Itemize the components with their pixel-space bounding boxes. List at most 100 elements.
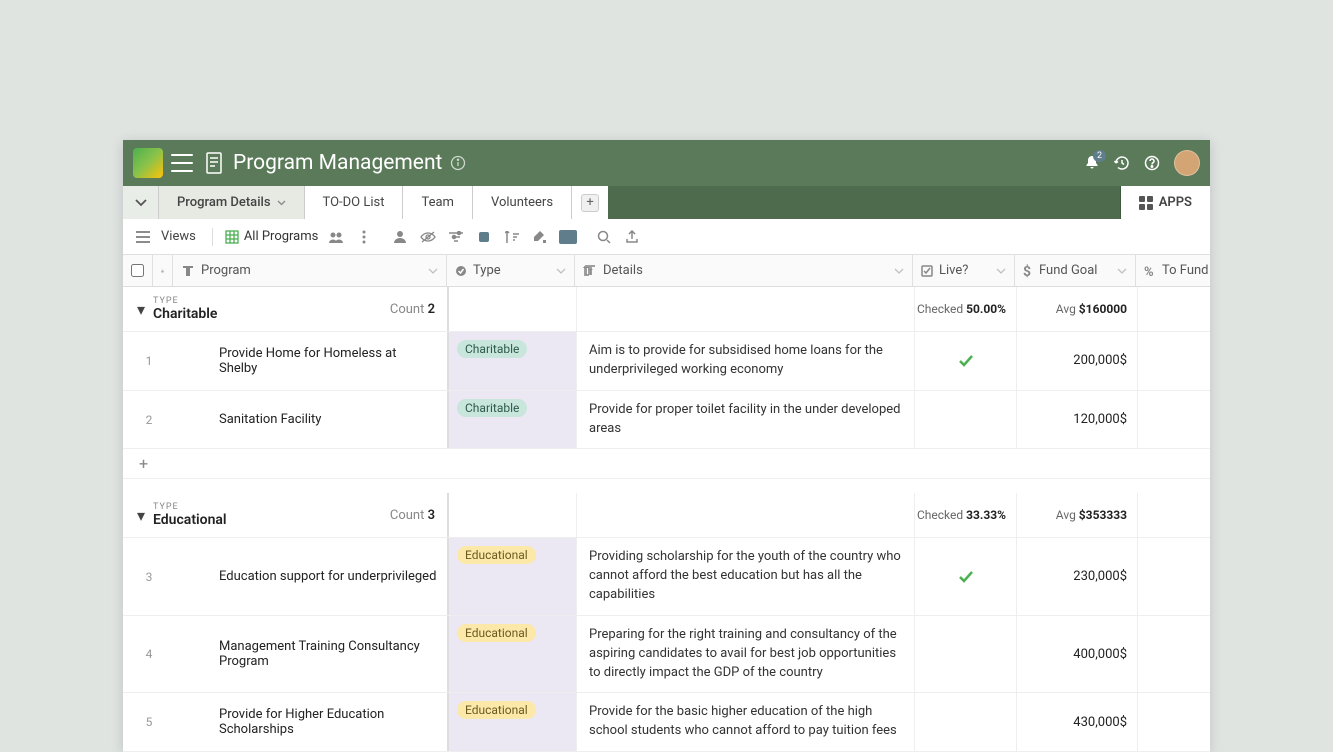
- cell-live[interactable]: [915, 693, 1017, 751]
- cell-to-fund[interactable]: [1138, 616, 1220, 693]
- tab-program-details[interactable]: Program Details: [159, 186, 305, 219]
- cell-live[interactable]: [915, 332, 1017, 390]
- notification-button[interactable]: 2: [1084, 155, 1100, 171]
- group-type-label: TYPE: [153, 502, 227, 512]
- type-badge: Educational: [457, 701, 536, 719]
- cell-live[interactable]: [915, 616, 1017, 693]
- group-count: Count 2: [390, 302, 435, 317]
- views-label[interactable]: Views: [161, 229, 196, 244]
- info-icon[interactable]: [450, 155, 466, 171]
- add-tab-button[interactable]: +: [581, 194, 599, 212]
- column-details[interactable]: TT Details: [575, 255, 913, 286]
- column-type[interactable]: Type: [447, 255, 575, 286]
- cell-fund-goal[interactable]: 230,000$: [1017, 538, 1138, 615]
- longtext-icon: TT: [583, 265, 597, 277]
- group-type-value: Charitable: [153, 306, 217, 322]
- collaborators-icon[interactable]: [390, 227, 410, 247]
- cell-program[interactable]: Education support for underprivileged: [195, 538, 449, 615]
- more-icon[interactable]: [354, 227, 374, 247]
- chevron-down-icon[interactable]: [428, 268, 438, 274]
- column-program[interactable]: Program: [173, 255, 447, 286]
- hide-fields-icon[interactable]: [418, 227, 438, 247]
- cell-fund-goal[interactable]: 200,000$: [1017, 332, 1138, 390]
- cell-live[interactable]: [915, 538, 1017, 615]
- filter-icon[interactable]: [446, 227, 466, 247]
- help-icon[interactable]: [1144, 155, 1160, 171]
- color-icon[interactable]: [530, 227, 550, 247]
- currency-icon: $: [1023, 264, 1033, 278]
- divider: [212, 228, 213, 246]
- sheet-tabs: Program Details TO-DO List Team Voluntee…: [123, 186, 1210, 219]
- cell-program[interactable]: Management Training Consultancy Program: [195, 616, 449, 693]
- current-view[interactable]: All Programs: [225, 229, 319, 244]
- cell-type[interactable]: Educational: [449, 538, 577, 615]
- cell-fund-goal[interactable]: 120,000$: [1017, 391, 1138, 449]
- table-row[interactable]: 5 Provide for Higher Education Scholarsh…: [123, 693, 1210, 752]
- row-number: 4: [123, 616, 175, 693]
- user-avatar[interactable]: [1174, 150, 1200, 176]
- add-row-button[interactable]: +: [123, 449, 1210, 479]
- column-live[interactable]: Live?: [913, 255, 1015, 286]
- cell-to-fund[interactable]: [1138, 693, 1220, 751]
- cell-details[interactable]: Provide for proper toilet facility in th…: [577, 391, 915, 449]
- column-fund-goal[interactable]: $ Fund Goal: [1015, 255, 1136, 286]
- cell-program[interactable]: Provide for Higher Education Scholarship…: [195, 693, 449, 751]
- table-row[interactable]: 4 Management Training Consultancy Progra…: [123, 616, 1210, 694]
- select-all-cell[interactable]: [123, 255, 153, 286]
- type-badge: Educational: [457, 624, 536, 642]
- chevron-down-icon[interactable]: [556, 268, 566, 274]
- sort-icon[interactable]: [502, 227, 522, 247]
- cell-fund-goal[interactable]: 430,000$: [1017, 693, 1138, 751]
- row-number: 5: [123, 693, 175, 751]
- column-headers: Program Type TT Details Live? $ Fund Goa…: [123, 255, 1210, 287]
- cell-to-fund[interactable]: [1138, 332, 1220, 390]
- app-logo[interactable]: [133, 148, 163, 178]
- group-toggle[interactable]: ▾: [137, 300, 145, 319]
- row-number: 2: [123, 391, 175, 449]
- lock-icon: [161, 265, 164, 277]
- cell-details[interactable]: Aim is to provide for subsidised home lo…: [577, 332, 915, 390]
- select-icon: [455, 265, 467, 277]
- table-row[interactable]: 2 Sanitation Facility Charitable Provide…: [123, 391, 1210, 450]
- cell-to-fund[interactable]: [1138, 391, 1220, 449]
- group-icon[interactable]: [474, 227, 494, 247]
- cell-type[interactable]: Charitable: [449, 332, 577, 390]
- cell-details[interactable]: Preparing for the right training and con…: [577, 616, 915, 693]
- cell-type[interactable]: Educational: [449, 693, 577, 751]
- cell-program[interactable]: Sanitation Facility: [195, 391, 449, 449]
- cell-program[interactable]: Provide Home for Homeless at Shelby: [195, 332, 449, 390]
- export-icon[interactable]: [622, 227, 642, 247]
- tab-todo-list[interactable]: TO-DO List: [305, 186, 404, 219]
- text-icon: [181, 265, 195, 277]
- table-row[interactable]: 1 Provide Home for Homeless at Shelby Ch…: [123, 332, 1210, 391]
- cell-type[interactable]: Educational: [449, 616, 577, 693]
- add-tab: +: [572, 186, 608, 219]
- cell-type[interactable]: Charitable: [449, 391, 577, 449]
- tab-team[interactable]: Team: [403, 186, 473, 219]
- share-view-icon[interactable]: [326, 227, 346, 247]
- group-toggle[interactable]: ▾: [137, 506, 145, 525]
- group-avg-summary: Avg $160000: [1017, 287, 1138, 331]
- chevron-down-icon[interactable]: [1117, 268, 1127, 274]
- tab-volunteers[interactable]: Volunteers: [473, 186, 572, 219]
- select-all-checkbox[interactable]: [131, 264, 144, 277]
- cell-live[interactable]: [915, 391, 1017, 449]
- tabs-dropdown[interactable]: [123, 186, 159, 219]
- column-to-fund[interactable]: % To Fund: [1136, 255, 1218, 286]
- notification-count: 2: [1093, 150, 1106, 162]
- views-list-icon[interactable]: [133, 227, 153, 247]
- cell-details[interactable]: Provide for the basic higher education o…: [577, 693, 915, 751]
- search-icon[interactable]: [594, 227, 614, 247]
- menu-icon[interactable]: [171, 154, 193, 172]
- row-height-icon[interactable]: [558, 227, 578, 247]
- type-badge: Educational: [457, 546, 536, 564]
- chevron-down-icon[interactable]: [894, 268, 904, 274]
- cell-fund-goal[interactable]: 400,000$: [1017, 616, 1138, 693]
- table-row[interactable]: 3 Education support for underprivileged …: [123, 538, 1210, 616]
- group-header: ▾ TYPE Charitable Count 2 Checked 50.00%…: [123, 287, 1210, 332]
- apps-button[interactable]: APPS: [1120, 186, 1210, 219]
- chevron-down-icon[interactable]: [996, 268, 1006, 274]
- cell-details[interactable]: Providing scholarship for the youth of t…: [577, 538, 915, 615]
- history-icon[interactable]: [1114, 155, 1130, 171]
- cell-to-fund[interactable]: [1138, 538, 1220, 615]
